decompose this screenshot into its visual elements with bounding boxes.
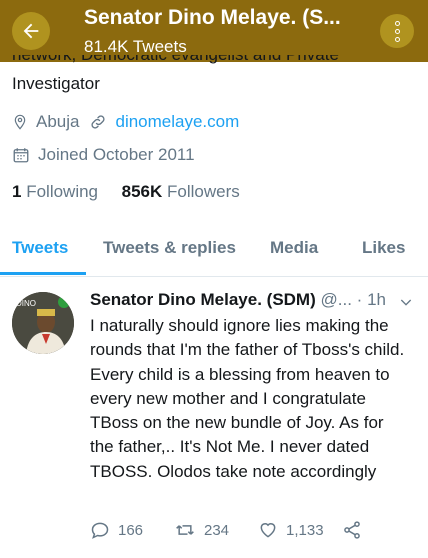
joined-text: Joined October 2011 <box>38 145 195 164</box>
avatar[interactable]: DINO <box>12 292 74 354</box>
tab-tweets[interactable]: Tweets <box>12 238 68 258</box>
profile-title: Senator Dino Melaye. (S... <box>84 6 341 29</box>
location-pin-icon <box>14 114 26 130</box>
share-icon <box>344 521 360 539</box>
profile-joined: Joined October 2011 <box>12 145 195 165</box>
location-text: Abuja <box>36 112 80 131</box>
following-link[interactable]: 1 Following <box>12 182 98 201</box>
tweet-text: I naturally should ignore lies making th… <box>90 316 405 481</box>
retweet-icon <box>176 525 194 535</box>
tweet-header: Senator Dino Melaye. (SDM) @... · 1h <box>90 290 386 310</box>
dot-icon <box>394 20 400 26</box>
calendar-icon <box>13 148 29 163</box>
heart-icon <box>260 523 276 538</box>
profile-header-bar: Senator Dino Melaye. (S... 81.4K Tweets <box>0 0 428 62</box>
dot-icon <box>394 28 400 34</box>
retweet-count: 234 <box>204 521 230 539</box>
website-link[interactable]: dinomelaye.com <box>115 112 239 132</box>
tab-media[interactable]: Media <box>270 238 318 258</box>
bio-line: Investigator <box>12 74 100 93</box>
avatar-image: DINO <box>12 292 74 354</box>
back-button[interactable] <box>12 12 50 50</box>
active-tab-indicator <box>0 272 86 275</box>
more-options-button[interactable] <box>380 14 414 48</box>
svg-text:DINO: DINO <box>16 299 36 308</box>
bio-line-cut: network, Democratic evangelist and Priva… <box>12 55 339 65</box>
share-button[interactable] <box>342 520 362 540</box>
tweet-handle: @... <box>320 290 352 309</box>
retweet-button[interactable]: 234 <box>174 520 229 540</box>
tweet-actions: 166 234 1,133 <box>90 520 410 544</box>
chevron-down-icon[interactable] <box>398 294 414 310</box>
reply-button[interactable]: 166 <box>90 520 143 540</box>
profile-meta-location-website: Abuja dinomelaye.com <box>12 112 239 132</box>
like-count: 1,133 <box>286 521 324 539</box>
follow-stats: 1 Following 856K Followers <box>12 182 240 202</box>
tab-likes[interactable]: Likes <box>362 238 405 258</box>
dot-icon <box>394 36 400 42</box>
tweet-count: 81.4K Tweets <box>84 37 187 56</box>
tweet-author[interactable]: Senator Dino Melaye. (SDM) <box>90 290 316 309</box>
followers-link[interactable]: 856K Followers <box>122 182 240 201</box>
tweet-time: 1h <box>367 290 386 309</box>
like-button[interactable]: 1,133 <box>258 520 324 540</box>
tweet-separator: · <box>356 290 363 309</box>
profile-tabs: Tweets Tweets & replies Media Likes <box>0 230 428 277</box>
tab-tweets-replies[interactable]: Tweets & replies <box>103 238 236 258</box>
reply-icon <box>91 522 109 539</box>
arrow-left-icon <box>23 23 39 39</box>
link-icon <box>91 115 106 129</box>
reply-count: 166 <box>118 521 144 539</box>
